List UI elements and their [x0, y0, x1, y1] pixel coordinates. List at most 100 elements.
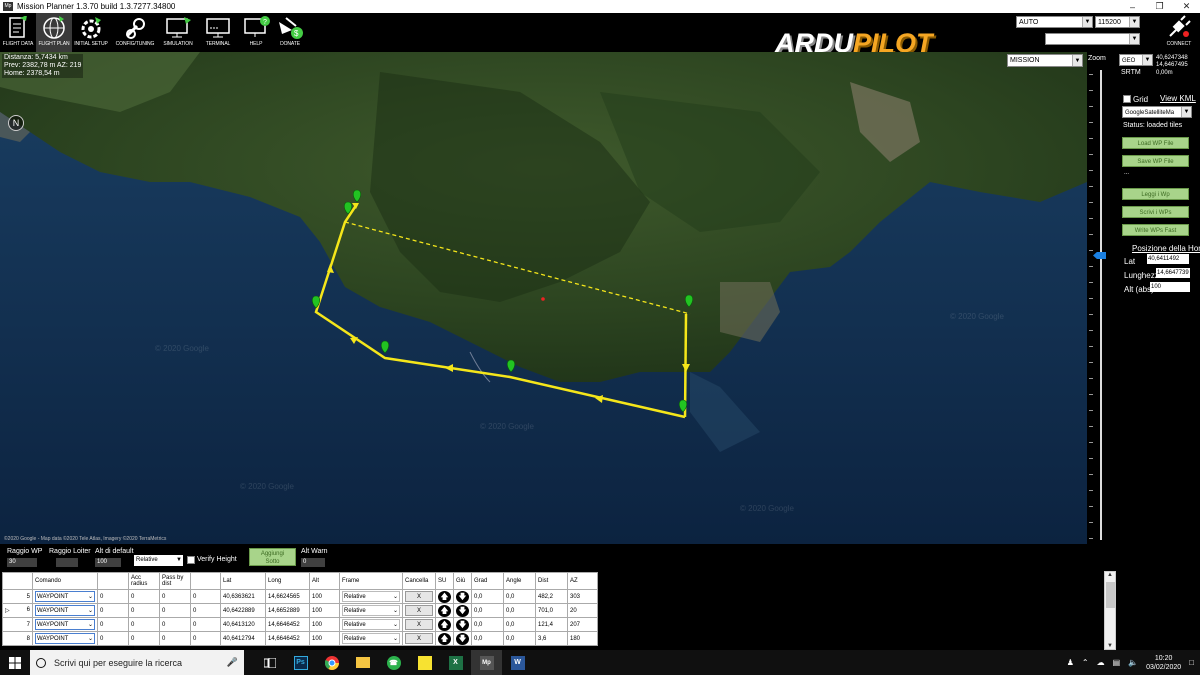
alt-default-input[interactable]: 100: [95, 558, 121, 567]
pass-by-dist-cell[interactable]: 0: [159, 631, 191, 646]
taskbar-clock[interactable]: 10:20 03/02/2020: [1146, 654, 1181, 672]
command-select[interactable]: WAYPOINT ⌄: [35, 619, 95, 630]
whatsapp-icon[interactable]: ☎: [378, 650, 409, 675]
view-kml-link[interactable]: View KML: [1160, 94, 1196, 103]
flight-plan-button[interactable]: FLIGHT PLAN: [36, 13, 72, 52]
frame-select[interactable]: Relative ⌄: [342, 605, 400, 616]
cloud-icon[interactable]: ☁: [1097, 658, 1105, 667]
lat-cell[interactable]: 40,6413120: [220, 617, 266, 632]
frame-select[interactable]: Relative ⌄: [342, 591, 400, 602]
port-combo[interactable]: ▼: [1045, 33, 1140, 45]
flight-mode-combo[interactable]: AUTO ▼: [1016, 16, 1093, 28]
add-below-button[interactable]: Aggiungi Sotto: [249, 548, 296, 566]
people-icon[interactable]: ♟: [1067, 658, 1074, 667]
param4-cell[interactable]: 0: [190, 631, 221, 646]
pass-by-dist-cell[interactable]: 0: [159, 589, 191, 604]
grid-checkbox[interactable]: [1123, 95, 1131, 103]
waypoint-marker[interactable]: [380, 340, 390, 354]
pass-by-dist-cell[interactable]: 0: [159, 603, 191, 618]
chrome-icon[interactable]: [316, 650, 347, 675]
home-lng-input[interactable]: 14,6647739: [1156, 268, 1190, 278]
long-cell[interactable]: 14,6646452: [265, 631, 310, 646]
waypoint-marker[interactable]: [506, 359, 516, 373]
write-wp-button[interactable]: Scrivi i WPs: [1122, 206, 1189, 218]
command-cell[interactable]: WAYPOINT ⌄: [32, 589, 98, 604]
alt-cell[interactable]: 100: [309, 603, 340, 618]
zoom-thumb[interactable]: [1093, 252, 1106, 259]
command-cell[interactable]: WAYPOINT ⌄: [32, 631, 98, 646]
terminal-button[interactable]: TERMINAL: [200, 13, 236, 52]
excel-icon[interactable]: X: [440, 650, 471, 675]
mission-planner-taskbar-icon[interactable]: Mp: [471, 650, 502, 675]
donate-button[interactable]: $ DONATE: [272, 13, 308, 52]
taskbar-search[interactable]: Scrivi qui per eseguire la ricerca 🎤: [30, 650, 244, 675]
mission-type-combo[interactable]: MISSION ▼: [1007, 54, 1083, 67]
acc-radius-cell[interactable]: 0: [128, 617, 160, 632]
frame-cell[interactable]: Relative ⌄: [339, 603, 403, 618]
restore-icon[interactable]: ❐: [1146, 1, 1173, 12]
verify-height-checkbox[interactable]: [187, 556, 195, 564]
move-down-icon[interactable]: 🡇: [456, 590, 469, 603]
move-up-icon[interactable]: 🡅: [438, 604, 451, 617]
task-view-icon[interactable]: [254, 650, 285, 675]
map-type-combo[interactable]: GoogleSatelliteMa ▼: [1122, 106, 1192, 118]
command-select[interactable]: WAYPOINT ⌄: [35, 591, 95, 602]
command-select[interactable]: WAYPOINT ⌄: [35, 633, 95, 644]
move-down-icon[interactable]: 🡇: [456, 632, 469, 645]
flight-data-button[interactable]: FLIGHT DATA: [0, 13, 36, 52]
alt-cell[interactable]: 100: [309, 631, 340, 646]
long-cell[interactable]: 14,6646452: [265, 617, 310, 632]
move-up-icon[interactable]: 🡅: [438, 590, 451, 603]
scroll-down-icon[interactable]: ▼: [1107, 643, 1113, 649]
help-button[interactable]: ? HELP: [238, 13, 274, 52]
scroll-up-icon[interactable]: ▲: [1107, 572, 1113, 578]
table-row[interactable]: 7 WAYPOINT ⌄ 0 0 0 0 40,6413120 14,6646452 100 Rel…: [2, 617, 598, 632]
lat-cell[interactable]: 40,6422889: [220, 603, 266, 618]
command-cell[interactable]: WAYPOINT ⌄: [32, 617, 98, 632]
frame-cell[interactable]: Relative ⌄: [339, 589, 403, 604]
frame-cell[interactable]: Relative ⌄: [339, 631, 403, 646]
raggio-loiter-input[interactable]: [56, 558, 78, 567]
delete-waypoint-button[interactable]: X: [405, 591, 433, 602]
long-cell[interactable]: 14,6624565: [265, 589, 310, 604]
frame-combo[interactable]: Relative ▼: [134, 555, 183, 566]
alt-cell[interactable]: 100: [309, 617, 340, 632]
frame-select[interactable]: Relative ⌄: [342, 619, 400, 630]
delete-waypoint-button[interactable]: X: [405, 633, 433, 644]
alt-warn-input[interactable]: 0: [301, 558, 325, 567]
word-icon[interactable]: W: [502, 650, 533, 675]
coord-system-combo[interactable]: GEO ▼: [1119, 54, 1153, 66]
move-down-icon[interactable]: 🡇: [456, 604, 469, 617]
table-row[interactable]: 5 WAYPOINT ⌄ 0 0 0 0 40,6363621 14,6624565 100 Rel…: [2, 589, 598, 604]
acc-radius-cell[interactable]: 0: [128, 603, 160, 618]
lat-cell[interactable]: 40,6363621: [220, 589, 266, 604]
start-button[interactable]: [0, 650, 30, 675]
table-row[interactable]: ▷ 6 WAYPOINT ⌄ 0 0 0 0 40,6422889 14,6652889 100 Re…: [2, 603, 598, 618]
load-wp-file-button[interactable]: Load WP File: [1122, 137, 1189, 149]
frame-cell[interactable]: Relative ⌄: [339, 617, 403, 632]
param1-cell[interactable]: 0: [97, 617, 129, 632]
read-wp-button[interactable]: Leggi i Wp: [1122, 188, 1189, 200]
move-up-icon[interactable]: 🡅: [438, 632, 451, 645]
network-icon[interactable]: ▤: [1113, 658, 1121, 667]
write-wp-fast-button[interactable]: Write WPs Fast: [1122, 224, 1189, 236]
waypoint-marker[interactable]: [352, 189, 362, 203]
waypoint-marker[interactable]: [684, 294, 694, 308]
sticky-notes-icon[interactable]: [409, 650, 440, 675]
move-up-icon[interactable]: 🡅: [438, 618, 451, 631]
pass-by-dist-cell[interactable]: 0: [159, 617, 191, 632]
param1-cell[interactable]: 0: [97, 603, 129, 618]
config-tuning-button[interactable]: CONFIG/TUNING: [114, 13, 156, 52]
long-cell[interactable]: 14,6652889: [265, 603, 310, 618]
connect-button[interactable]: CONNECT: [1160, 14, 1198, 52]
acc-radius-cell[interactable]: 0: [128, 589, 160, 604]
param1-cell[interactable]: 0: [97, 589, 129, 604]
delete-waypoint-button[interactable]: X: [405, 605, 433, 616]
frame-select[interactable]: Relative ⌄: [342, 633, 400, 644]
microphone-icon[interactable]: 🎤: [227, 657, 238, 668]
home-alt-input[interactable]: 100: [1150, 282, 1190, 292]
file-explorer-icon[interactable]: [347, 650, 378, 675]
chevron-up-icon[interactable]: ⌃: [1082, 658, 1089, 667]
compass-icon[interactable]: N: [8, 115, 24, 131]
alt-cell[interactable]: 100: [309, 589, 340, 604]
